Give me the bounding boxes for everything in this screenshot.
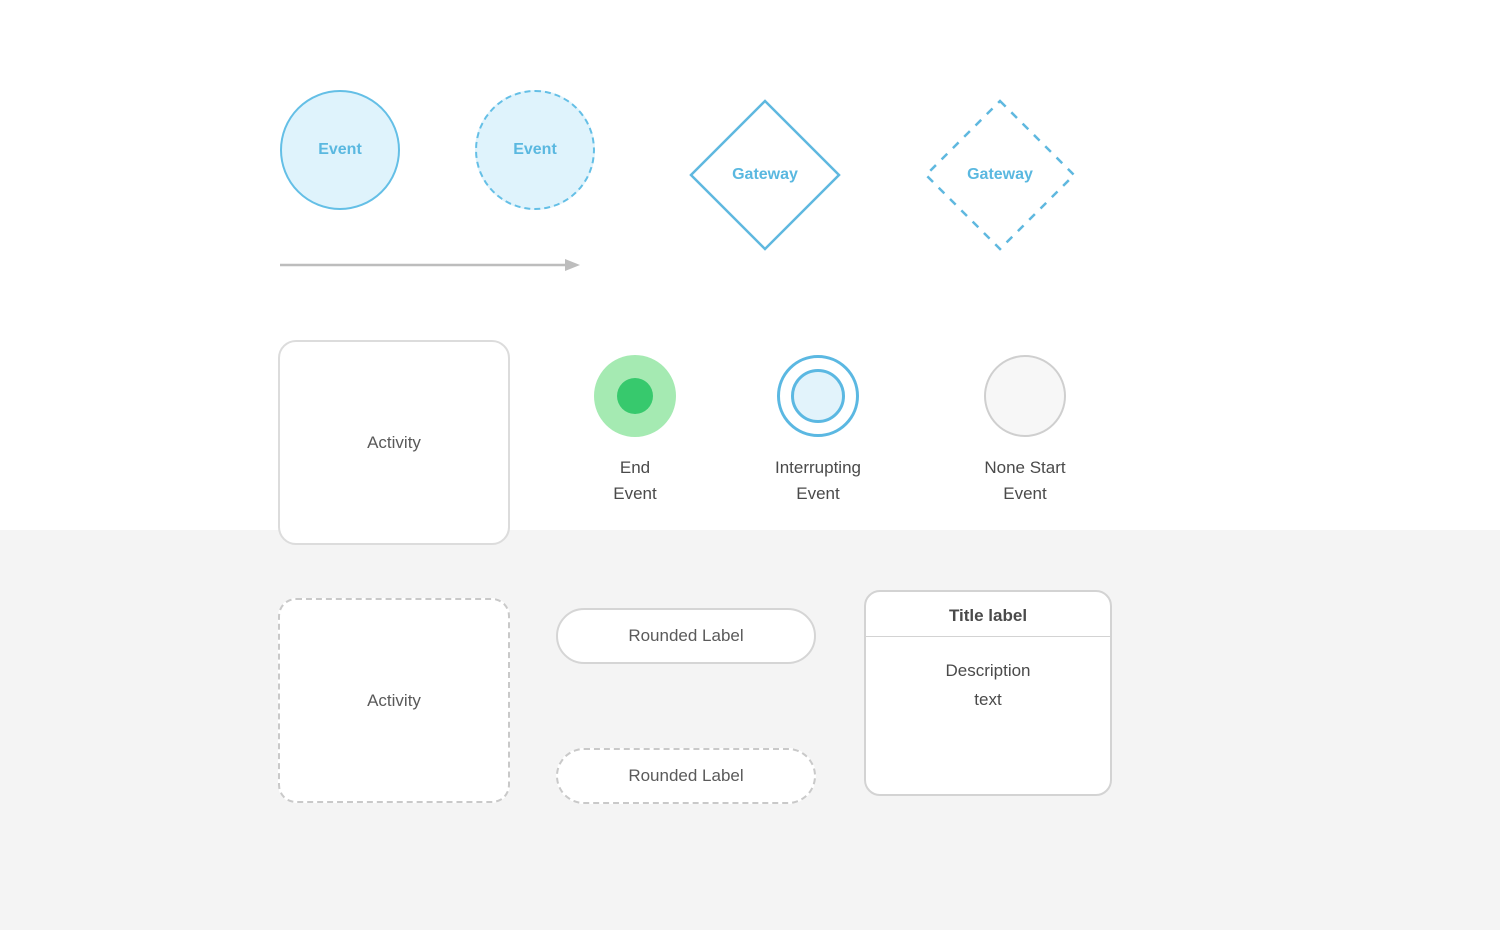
activity-solid-label: Activity (367, 433, 421, 453)
end-event-icon (594, 355, 676, 437)
none-start-event-icon (984, 355, 1066, 437)
activity-box-dashed[interactable]: Activity (278, 598, 510, 803)
diagram-canvas: Event Event Gateway Gateway Activity End… (0, 0, 1500, 930)
gateway-diamond-dashed[interactable]: Gateway (920, 95, 1080, 255)
rounded-label-solid-text: Rounded Label (628, 626, 743, 646)
rounded-label-dashed[interactable]: Rounded Label (556, 748, 816, 804)
interrupting-event-icon (777, 355, 859, 437)
background-lower-band (0, 530, 1500, 930)
event-circle-dashed-label: Event (513, 141, 557, 159)
gateway-dashed-label: Gateway (967, 166, 1033, 184)
event-circle-solid-label: Event (318, 141, 362, 159)
card-body: Description text (866, 637, 1110, 794)
sequence-flow-arrow[interactable] (280, 255, 580, 275)
card-title: Title label (866, 592, 1110, 637)
gateway-diamond-solid[interactable]: Gateway (685, 95, 845, 255)
none-start-event-label: None Start Event (984, 455, 1065, 508)
activity-dashed-label: Activity (367, 691, 421, 711)
rounded-label-solid[interactable]: Rounded Label (556, 608, 816, 664)
title-description-card[interactable]: Title label Description text (864, 590, 1112, 796)
activity-box-solid[interactable]: Activity (278, 340, 510, 545)
gateway-solid-label: Gateway (732, 166, 798, 184)
arrow-right-icon (280, 255, 580, 275)
end-event-item[interactable]: End Event (555, 355, 715, 508)
end-event-label: End Event (613, 455, 656, 508)
interrupting-event-label: Interrupting Event (775, 455, 861, 508)
interrupting-event-item[interactable]: Interrupting Event (738, 355, 898, 508)
event-circle-dashed[interactable]: Event (475, 90, 595, 210)
event-circle-solid[interactable]: Event (280, 90, 400, 210)
rounded-label-dashed-text: Rounded Label (628, 766, 743, 786)
none-start-event-item[interactable]: None Start Event (945, 355, 1105, 508)
